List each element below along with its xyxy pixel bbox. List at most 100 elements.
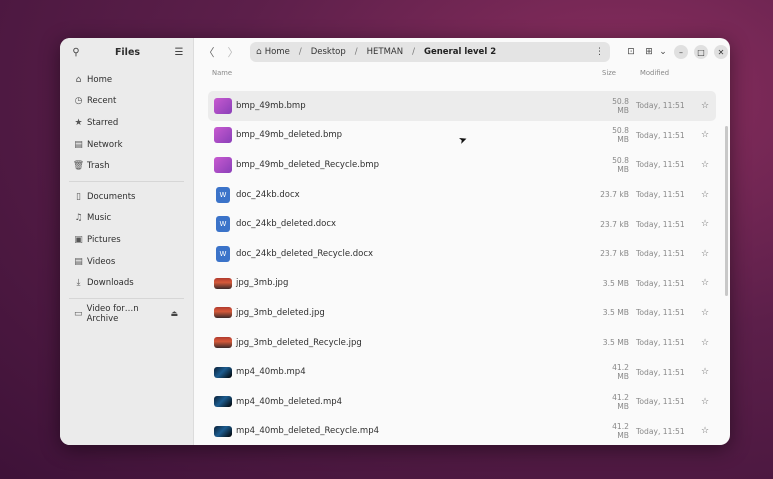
- star-icon[interactable]: ☆: [701, 160, 709, 170]
- file-row[interactable]: Wdoc_24kb.docx 23.7 kB Today, 11:51 ☆: [208, 180, 716, 210]
- sidebar-item-label: Network: [87, 139, 123, 150]
- sidebar-item-downloads[interactable]: ⤓ Downloads: [65, 272, 188, 294]
- star-icon: ★: [74, 117, 83, 128]
- new-folder-icon[interactable]: ⊡: [622, 47, 640, 57]
- image-file-icon: [214, 127, 232, 144]
- file-name: doc_24kb_deleted.docx: [236, 219, 337, 230]
- star-icon[interactable]: ☆: [701, 426, 709, 436]
- back-button[interactable]: 〈: [202, 44, 216, 60]
- clock-icon: ◷: [74, 96, 83, 107]
- file-row[interactable]: jpg_3mb_deleted.jpg 3.5 MB Today, 11:51 ☆: [208, 298, 716, 328]
- sidebar-item-label: Videos: [87, 256, 116, 267]
- home-icon: ⌂: [75, 74, 82, 85]
- file-row[interactable]: Wdoc_24kb_deleted.docx 23.7 kB Today, 11:5…: [208, 209, 716, 239]
- sidebar-item-music[interactable]: ♫ Music: [65, 208, 188, 230]
- path-bar: ⌂ Home / Desktop / HETMAN / General leve…: [250, 42, 610, 62]
- maximize-button[interactable]: □: [694, 45, 708, 59]
- sidebar-item-home[interactable]: ⌂ Home: [65, 69, 188, 91]
- star-icon[interactable]: ☆: [701, 101, 709, 111]
- document-icon: ▯: [76, 191, 81, 202]
- path-segment-current[interactable]: General level 2: [424, 47, 496, 57]
- column-header-modified[interactable]: Modified: [640, 69, 669, 77]
- column-headers: Name Size Modified: [194, 65, 730, 81]
- star-icon[interactable]: ☆: [701, 338, 709, 348]
- picture-icon: ▣: [74, 234, 83, 245]
- grid-view-icon[interactable]: ⊞: [640, 47, 658, 57]
- file-row[interactable]: bmp_49mb_deleted_Recycle.bmp 50.8 MB Today…: [208, 150, 716, 180]
- star-icon[interactable]: ☆: [701, 278, 709, 288]
- chevron-down-icon[interactable]: ⌄: [658, 47, 668, 57]
- sidebar-item-pictures[interactable]: ▣ Pictures: [65, 229, 188, 251]
- sidebar-item-label: Trash: [87, 161, 110, 172]
- forward-button[interactable]: 〉: [226, 44, 240, 60]
- sidebar: ⚲ Files ☰ ⌂ Home ◷ Recent ★ Starred ▤ Networ…: [60, 38, 194, 445]
- path-segment-home[interactable]: Home: [265, 47, 290, 57]
- download-icon: ⤓: [76, 278, 81, 289]
- column-header-size[interactable]: Size: [602, 69, 640, 77]
- star-icon[interactable]: ☆: [701, 308, 709, 318]
- files-window: ⚲ Files ☰ ⌂ Home ◷ Recent ★ Starred ▤ Networ…: [60, 38, 730, 445]
- file-modified: Today, 11:51: [636, 130, 685, 140]
- search-icon[interactable]: ⚲: [68, 44, 84, 60]
- path-separator: /: [412, 47, 415, 57]
- eject-icon[interactable]: ⏏: [170, 309, 178, 318]
- file-size: 23.7 kB: [600, 219, 629, 229]
- star-icon[interactable]: ☆: [701, 397, 709, 407]
- star-icon[interactable]: ☆: [701, 190, 709, 200]
- drive-icon: ▭: [74, 308, 83, 319]
- file-size: 3.5 MB: [602, 338, 629, 348]
- sidebar-item-label: Pictures: [87, 234, 121, 245]
- file-size: 3.5 MB: [602, 308, 629, 318]
- file-size: 50.8 MB: [612, 126, 629, 145]
- file-modified: Today, 11:51: [636, 397, 685, 407]
- file-size: 41.2 MB: [612, 363, 629, 382]
- sidebar-item-recent[interactable]: ◷ Recent: [65, 91, 188, 113]
- close-button[interactable]: ✕: [714, 45, 728, 59]
- sidebar-header: ⚲ Files ☰: [60, 39, 193, 65]
- file-size: 41.2 MB: [612, 392, 629, 411]
- file-modified: Today, 11:51: [636, 338, 685, 348]
- file-row[interactable]: jpg_3mb_deleted_Recycle.jpg 3.5 MB Today, …: [208, 328, 716, 358]
- path-segment-hetman[interactable]: HETMAN: [367, 47, 403, 57]
- file-row[interactable]: mp4_40mb_deleted.mp4 41.2 MB Today, 11:51 ☆: [208, 387, 716, 417]
- sidebar-item-starred[interactable]: ★ Starred: [65, 112, 188, 134]
- path-menu-icon[interactable]: ⋮: [595, 47, 604, 57]
- file-row[interactable]: mp4_40mb_deleted_Recycle.mp4 41.2 MB Today…: [208, 417, 716, 445]
- column-header-name[interactable]: Name: [212, 69, 602, 77]
- file-modified: Today, 11:51: [636, 160, 685, 170]
- sidebar-item-mount[interactable]: ▭ Video for…n Archive ⏏: [65, 303, 188, 325]
- star-icon[interactable]: ☆: [701, 219, 709, 229]
- main-content: 〈 〉 ⌂ Home / Desktop / HETMAN / General …: [194, 38, 730, 445]
- sidebar-item-label: Home: [87, 74, 113, 85]
- sidebar-item-label: Music: [87, 213, 112, 224]
- photo-thumbnail-icon: [214, 337, 232, 349]
- file-modified: Today, 11:51: [636, 190, 685, 200]
- music-icon: ♫: [74, 213, 83, 224]
- sidebar-item-videos[interactable]: ▤ Videos: [65, 251, 188, 273]
- toolbar-actions: ⊡ ⊞ ⌄ – □ ✕: [622, 45, 728, 59]
- sidebar-item-network[interactable]: ▤ Network: [65, 134, 188, 156]
- word-document-icon: W: [216, 245, 230, 262]
- star-icon[interactable]: ☆: [701, 249, 709, 259]
- file-row[interactable]: jpg_3mb.jpg 3.5 MB Today, 11:51 ☆: [208, 269, 716, 299]
- path-separator: /: [298, 47, 302, 57]
- file-name: jpg_3mb_deleted.jpg: [236, 307, 325, 318]
- file-row[interactable]: mp4_40mb.mp4 41.2 MB Today, 11:51 ☆: [208, 357, 716, 387]
- sidebar-item-documents[interactable]: ▯ Documents: [65, 186, 188, 208]
- file-modified: Today, 11:51: [636, 308, 685, 318]
- path-segment-desktop[interactable]: Desktop: [311, 47, 346, 57]
- file-row[interactable]: bmp_49mb.bmp 50.8 MB Today, 11:51 ☆: [208, 91, 716, 121]
- file-row[interactable]: Wdoc_24kb_deleted_Recycle.docx 23.7 kB Tod…: [208, 239, 716, 269]
- star-icon[interactable]: ☆: [701, 130, 709, 140]
- star-icon[interactable]: ☆: [701, 367, 709, 377]
- path-separator: /: [354, 47, 358, 57]
- file-size: 41.2 MB: [612, 422, 629, 441]
- scrollbar[interactable]: [725, 126, 728, 296]
- file-name: mp4_40mb_deleted_Recycle.mp4: [236, 426, 380, 437]
- file-modified: Today, 11:51: [636, 367, 685, 377]
- sidebar-item-label: Recent: [87, 96, 117, 107]
- hamburger-menu-icon[interactable]: ☰: [171, 44, 187, 60]
- sidebar-item-trash[interactable]: 🗑 Trash: [65, 155, 188, 177]
- sidebar-item-label: Documents: [87, 191, 136, 202]
- minimize-button[interactable]: –: [674, 45, 688, 59]
